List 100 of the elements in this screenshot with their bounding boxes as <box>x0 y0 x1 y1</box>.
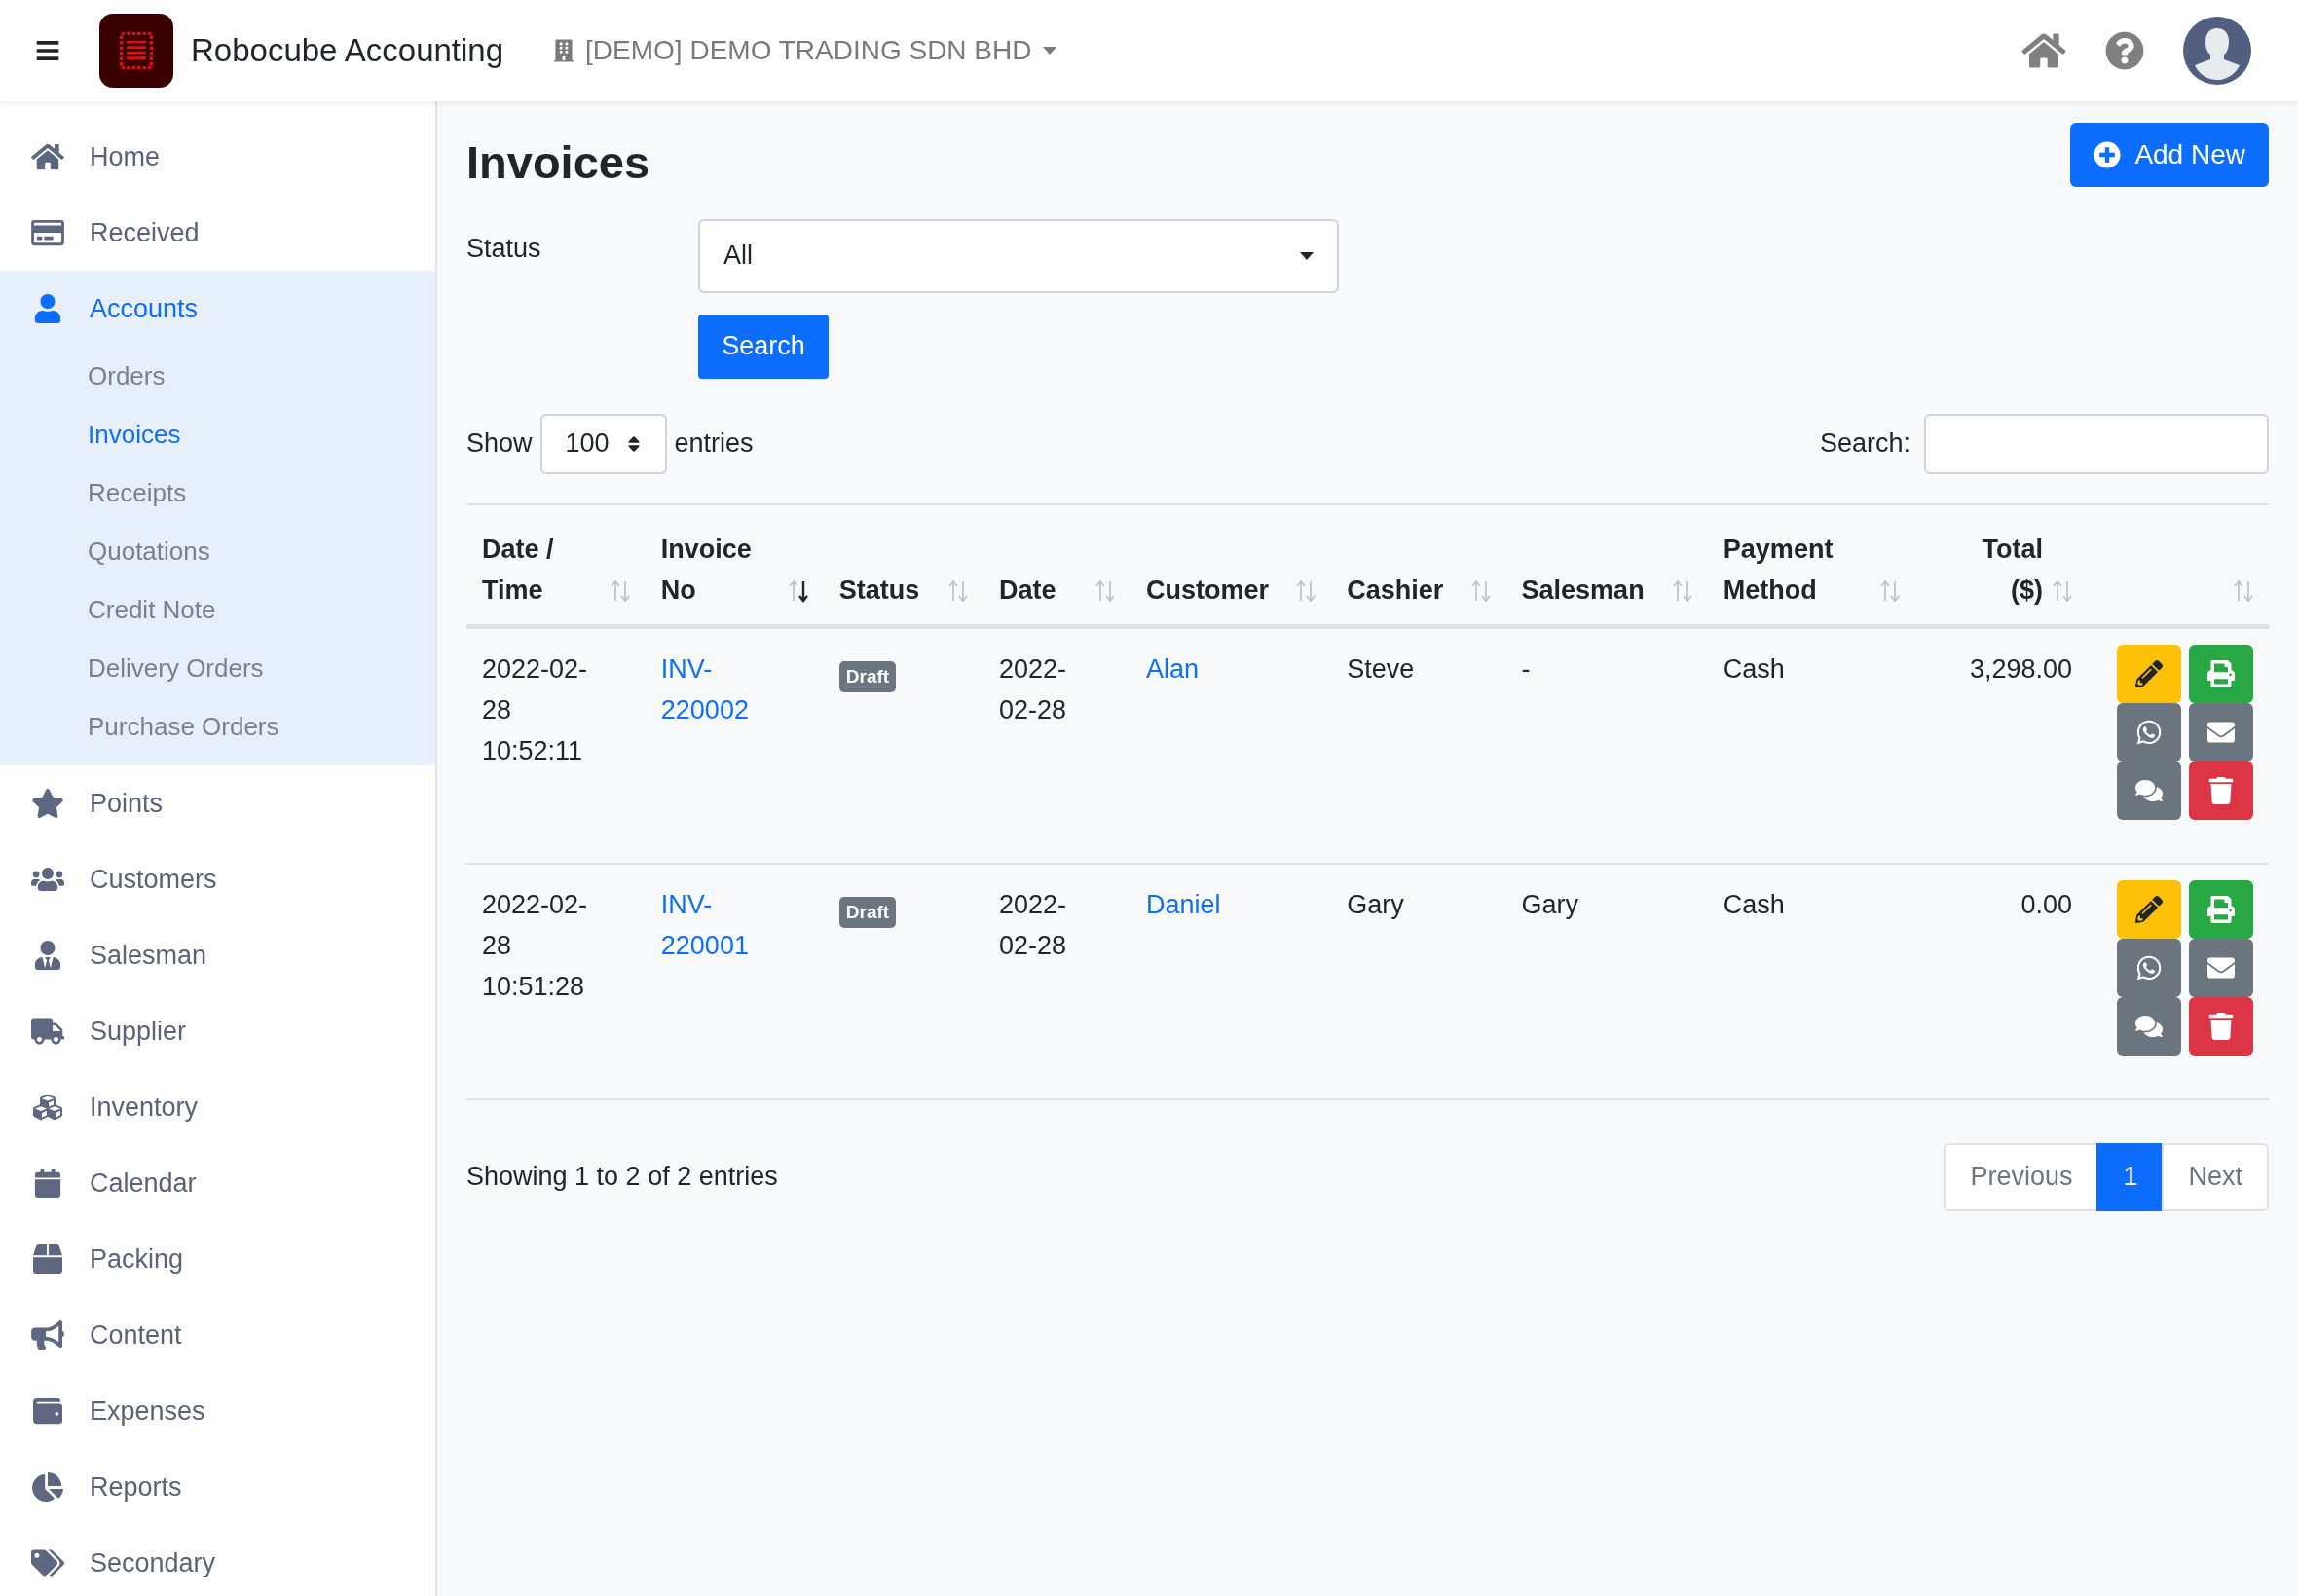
company-dropdown[interactable]: [DEMO] DEMO TRADING SDN BHD <box>554 30 1057 71</box>
sidebar-item[interactable]: Customers <box>0 841 435 917</box>
table-cell: 0.00 <box>2020 889 2072 919</box>
pencil-icon <box>2135 895 2163 923</box>
users-icon <box>31 865 64 894</box>
page-title: Invoices <box>466 135 650 190</box>
column-header[interactable]: Date / Time <box>482 528 601 611</box>
tags-icon <box>31 1548 64 1577</box>
sidebar-item[interactable]: Points <box>0 765 435 841</box>
printer-icon <box>2207 659 2235 687</box>
truck-icon <box>31 1017 64 1046</box>
delete-button[interactable] <box>2189 761 2253 820</box>
trash-icon <box>2207 1012 2235 1040</box>
sidebar-item[interactable]: Salesman <box>0 917 435 993</box>
sidebar-subitem[interactable]: Purchase Orders <box>0 697 435 756</box>
sidebar-item[interactable]: Inventory <box>0 1069 435 1145</box>
customer-link[interactable]: Alan <box>1145 653 1199 684</box>
sidebar-subitem[interactable]: Credit Note <box>0 580 435 639</box>
print-button[interactable] <box>2189 879 2253 939</box>
pagination-button[interactable]: Next <box>2162 1142 2269 1211</box>
sidebar-item[interactable]: Home <box>0 119 435 195</box>
column-header[interactable]: Cashier <box>1347 569 1444 611</box>
table-cell: - <box>1521 653 1531 684</box>
table-cell-text: 2022-02-28 10:51:28 <box>482 888 589 1003</box>
status-select[interactable]: All <box>698 218 1339 293</box>
sidebar-subitem[interactable]: Orders <box>0 347 435 405</box>
table-cell: Cash <box>1723 653 1785 684</box>
column-header[interactable]: Total ($) <box>1965 528 2043 611</box>
trash-icon <box>2207 776 2235 804</box>
sidebar-item[interactable]: Content <box>0 1297 435 1373</box>
comment-button[interactable] <box>2117 761 2181 820</box>
caret-icon <box>1300 251 1314 260</box>
avatar-icon[interactable] <box>2183 17 2251 85</box>
edit-button[interactable] <box>2117 644 2181 703</box>
sidebar-item[interactable]: Reports <box>0 1449 435 1525</box>
whatsapp-button[interactable] <box>2117 702 2181 761</box>
invoice-link[interactable]: INV-220002 <box>660 648 759 730</box>
sidebar-item[interactable]: Expenses <box>0 1373 435 1449</box>
search-label: Search: <box>1819 427 1910 461</box>
chat-bubble-phone-icon <box>2135 718 2163 746</box>
sidebar-item[interactable]: Received <box>0 195 435 271</box>
sidebar-item[interactable]: Secondary <box>0 1525 435 1596</box>
boxes-icon <box>31 1093 64 1122</box>
pagination-button[interactable]: 1 <box>2096 1142 2165 1211</box>
comment-button[interactable] <box>2117 996 2181 1056</box>
whatsapp-button[interactable] <box>2117 938 2181 997</box>
invoice-link[interactable]: INV-220001 <box>660 883 759 966</box>
column-header[interactable]: Customer <box>1145 569 1269 611</box>
caret-icon <box>1043 47 1057 55</box>
edit-button[interactable] <box>2117 879 2181 939</box>
home-icon[interactable] <box>2021 31 2066 70</box>
building-icon <box>554 38 574 63</box>
entries-label: entries <box>674 427 754 461</box>
email-button[interactable] <box>2189 938 2253 997</box>
email-button[interactable] <box>2189 702 2253 761</box>
sidebar-item[interactable]: Supplier <box>0 993 435 1069</box>
print-button[interactable] <box>2189 644 2253 703</box>
pagination-button[interactable]: Previous <box>1944 1142 2099 1211</box>
help-icon[interactable] <box>2105 31 2144 70</box>
column-header[interactable]: Status <box>838 569 920 611</box>
column-header[interactable]: Salesman <box>1521 569 1645 611</box>
sidebar-item[interactable]: Packing <box>0 1221 435 1297</box>
pie-chart-icon <box>31 1472 64 1502</box>
table-cell-text: 2022-02-28 10:52:11 <box>482 652 589 767</box>
plus-icon <box>2094 141 2122 168</box>
sidebar-subitem[interactable]: Receipts <box>0 464 435 522</box>
status-badge: Draft <box>838 660 897 692</box>
sidebar-item[interactable]: Accounts <box>0 271 435 347</box>
megaphone-icon <box>31 1320 64 1350</box>
column-header[interactable]: Date <box>999 569 1056 611</box>
page-size-select[interactable]: 100 <box>539 413 667 474</box>
sidebar-item[interactable]: Calendar <box>0 1145 435 1221</box>
card-icon <box>31 218 64 247</box>
delete-button[interactable] <box>2189 996 2253 1056</box>
customer-link[interactable]: Daniel <box>1145 889 1221 919</box>
table-cell: Cash <box>1723 889 1785 919</box>
box-icon <box>31 1244 64 1274</box>
sidebar-subitem[interactable]: Invoices <box>0 405 435 464</box>
sidebar-subitem[interactable]: Quotations <box>0 522 435 580</box>
printer-icon <box>2207 895 2235 923</box>
pencil-icon <box>2135 659 2163 687</box>
add-new-button[interactable]: Add New <box>2070 123 2269 187</box>
search-field[interactable] <box>1924 413 2269 474</box>
star-icon <box>31 789 64 818</box>
table-cell: Gary <box>1521 889 1579 919</box>
column-header[interactable]: Invoice No <box>660 528 779 611</box>
status-label: Status <box>466 232 542 265</box>
table-cell-text: 2022-02-28 <box>999 888 1068 962</box>
show-label: Show <box>466 427 533 461</box>
wallet-icon <box>31 1396 64 1426</box>
app-name: Robocube Accounting <box>191 31 504 71</box>
sort-icon[interactable] <box>788 578 808 603</box>
column-header[interactable]: Payment Method <box>1723 528 1870 611</box>
menu-icon[interactable] <box>35 38 60 63</box>
status-badge: Draft <box>838 896 897 928</box>
search-button[interactable]: Search <box>698 314 829 379</box>
sidebar-subitem[interactable]: Delivery Orders <box>0 639 435 697</box>
table-cell: 3,298.00 <box>1969 653 2072 684</box>
home-icon <box>31 142 64 171</box>
chat-bubble-phone-icon <box>2135 953 2163 982</box>
